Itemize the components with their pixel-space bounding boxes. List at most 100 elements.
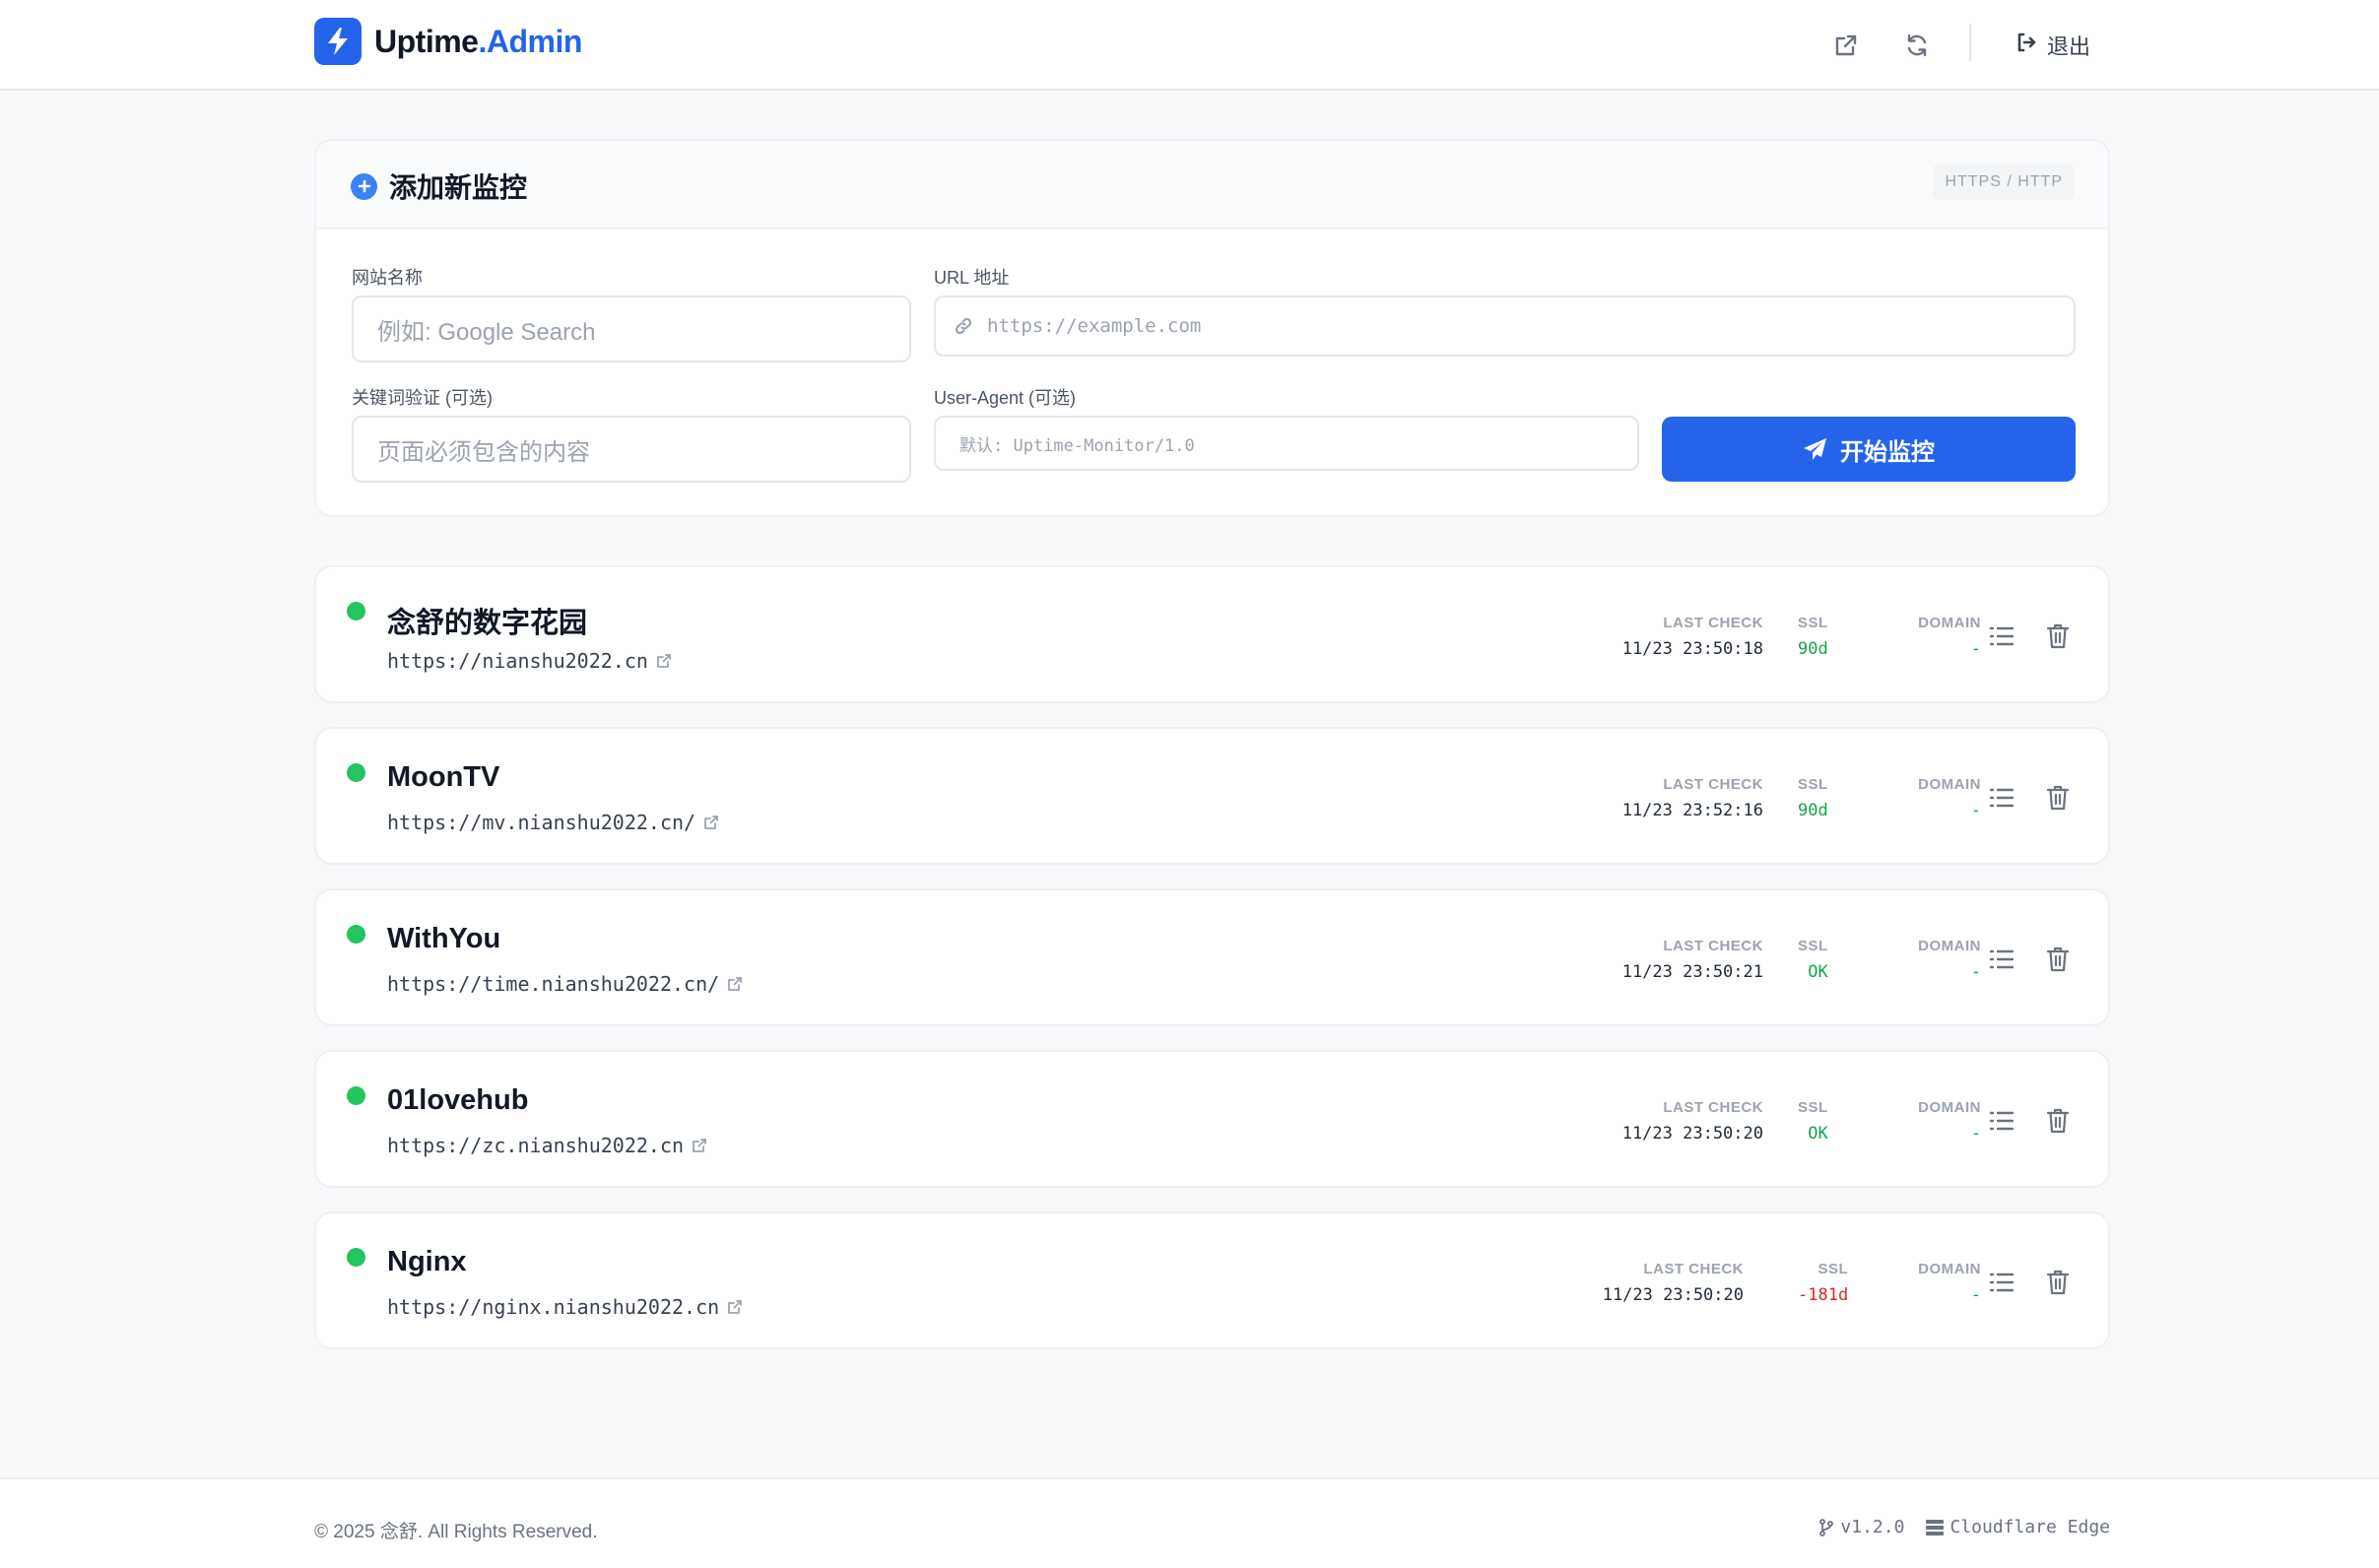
site-name-placeholder: 例如: Google Search [377,318,596,346]
user-agent-input[interactable]: 默认: Uptime-Monitor/1.0 [934,416,1639,471]
logout-label: 退出 [2047,34,2091,59]
monitor-name: 01lovehub [387,1084,529,1116]
open-external-icon[interactable] [1826,26,1866,65]
ssl-header: SSL [1798,776,1828,793]
ssl-value: OK [1808,1124,1828,1143]
ssl-value: 90d [1798,639,1828,659]
external-link-icon [703,815,719,830]
domain-stat: DOMAIN - [1863,1261,1981,1305]
user-agent-label: User-Agent (可选) [934,388,1077,408]
trash-icon[interactable] [2040,780,2076,816]
plus-circle-icon [351,172,377,200]
refresh-icon[interactable] [1897,26,1937,65]
ssl-value: 90d [1798,801,1828,820]
monitor-url-link[interactable]: https://nianshu2022.cn [387,649,672,673]
domain-value: - [1970,1124,1981,1143]
history-list-icon[interactable] [1984,1103,2019,1139]
monitor-name: Nginx [387,1246,467,1277]
domain-value: - [1970,801,1981,820]
brand[interactable]: Uptime.Admin [314,18,582,65]
copyright-text: © 2025 念舒. All Rights Reserved. [314,1522,598,1542]
top-bar: Uptime.Admin 退出 [0,0,2379,91]
last-check-header: LAST CHECK [1663,938,1763,954]
domain-value: - [1970,1285,1981,1305]
last-check-value: 11/23 23:50:21 [1621,962,1763,982]
status-dot [347,1086,365,1105]
monitor-name: WithYou [387,923,501,954]
ssl-header: SSL [1817,1261,1849,1277]
monitor-url-link[interactable]: https://nginx.nianshu2022.cn [387,1295,743,1319]
logout-icon [2016,32,2037,59]
url-placeholder: https://example.com [987,315,1202,337]
keyword-placeholder: 页面必须包含的内容 [377,438,590,466]
history-list-icon[interactable] [1984,619,2019,654]
add-monitor-title: 添加新监控 [351,166,527,206]
trash-icon[interactable] [2040,1103,2076,1139]
external-link-icon [727,976,743,992]
bolt-logo-icon [314,18,362,65]
trash-icon[interactable] [2040,942,2076,977]
history-list-icon[interactable] [1984,1265,2019,1300]
user-agent-placeholder: 默认: Uptime-Monitor/1.0 [959,435,1195,456]
brand-name-part2: .Admin [478,23,582,59]
ssl-stat: SSL -181d [1798,1261,1848,1305]
footer-meta: v1.2.0 Cloudflare Edge [1818,1517,2110,1537]
ssl-header: SSL [1798,1099,1828,1116]
footer: © 2025 念舒. All Rights Reserved. v1.2.0 C… [0,1477,2379,1568]
add-monitor-card: 添加新监控 HTTPS / HTTP 网站名称 例如: Google Searc… [314,139,2110,517]
brand-name: Uptime.Admin [374,24,582,60]
history-list-icon[interactable] [1984,780,2019,816]
last-check-header: LAST CHECK [1643,1261,1744,1277]
status-dot [347,1248,365,1267]
protocol-badge: HTTPS / HTTP [1933,164,2075,200]
last-check-stat: LAST CHECK 11/23 23:50:21 [1622,938,1763,982]
monitor-card: WithYou https://time.nianshu2022.cn/ LAS… [314,888,2110,1026]
last-check-stat: LAST CHECK 11/23 23:50:20 [1603,1261,1744,1305]
status-dot [347,763,365,782]
external-link-icon [656,653,672,669]
url-input[interactable]: https://example.com [934,295,2076,357]
ssl-header: SSL [1798,938,1828,954]
domain-header: DOMAIN [1918,1099,1981,1116]
add-monitor-header: 添加新监控 HTTPS / HTTP [316,141,2108,229]
domain-value: - [1970,639,1981,659]
start-monitor-label: 开始监控 [1840,438,1935,466]
link-icon [954,316,973,336]
history-list-icon[interactable] [1984,942,2019,977]
ssl-stat: SSL 90d [1798,776,1828,820]
external-link-icon [692,1138,707,1153]
monitor-url: https://nianshu2022.cn [387,649,648,673]
domain-stat: DOMAIN - [1863,776,1981,820]
ssl-stat: SSL 90d [1798,615,1828,659]
domain-stat: DOMAIN - [1863,938,1981,982]
monitor-url-link[interactable]: https://mv.nianshu2022.cn/ [387,811,719,834]
url-label: URL 地址 [934,268,1010,288]
git-branch-icon [1818,1518,1834,1536]
last-check-stat: LAST CHECK 11/23 23:50:20 [1622,1099,1763,1143]
trash-icon[interactable] [2040,619,2076,654]
keyword-input[interactable]: 页面必须包含的内容 [352,416,911,483]
brand-name-part1: Uptime [374,23,479,59]
site-name-input[interactable]: 例如: Google Search [352,295,911,362]
domain-header: DOMAIN [1918,615,1981,631]
start-monitor-button[interactable]: 开始监控 [1662,417,2076,482]
monitor-url: https://mv.nianshu2022.cn/ [387,811,696,834]
logout-button[interactable]: 退出 [2016,26,2090,65]
paper-plane-icon [1803,437,1828,461]
monitor-name: MoonTV [387,761,500,793]
monitor-url: https://time.nianshu2022.cn/ [387,972,720,996]
version-info: v1.2.0 [1818,1517,1904,1537]
keyword-label: 关键词验证 (可选) [352,388,493,408]
monitor-url-link[interactable]: https://time.nianshu2022.cn/ [387,972,743,996]
header-divider [1969,24,1971,61]
domain-value: - [1970,962,1981,982]
add-monitor-title-text: 添加新监控 [389,172,528,203]
domain-header: DOMAIN [1918,938,1981,954]
monitor-url: https://zc.nianshu2022.cn [387,1134,685,1157]
monitor-url-link[interactable]: https://zc.nianshu2022.cn [387,1134,707,1157]
trash-icon[interactable] [2040,1265,2076,1300]
last-check-value: 11/23 23:52:16 [1621,801,1763,820]
domain-stat: DOMAIN - [1863,615,1981,659]
ssl-stat: SSL OK [1798,938,1828,982]
version-label: v1.2.0 [1840,1517,1905,1537]
